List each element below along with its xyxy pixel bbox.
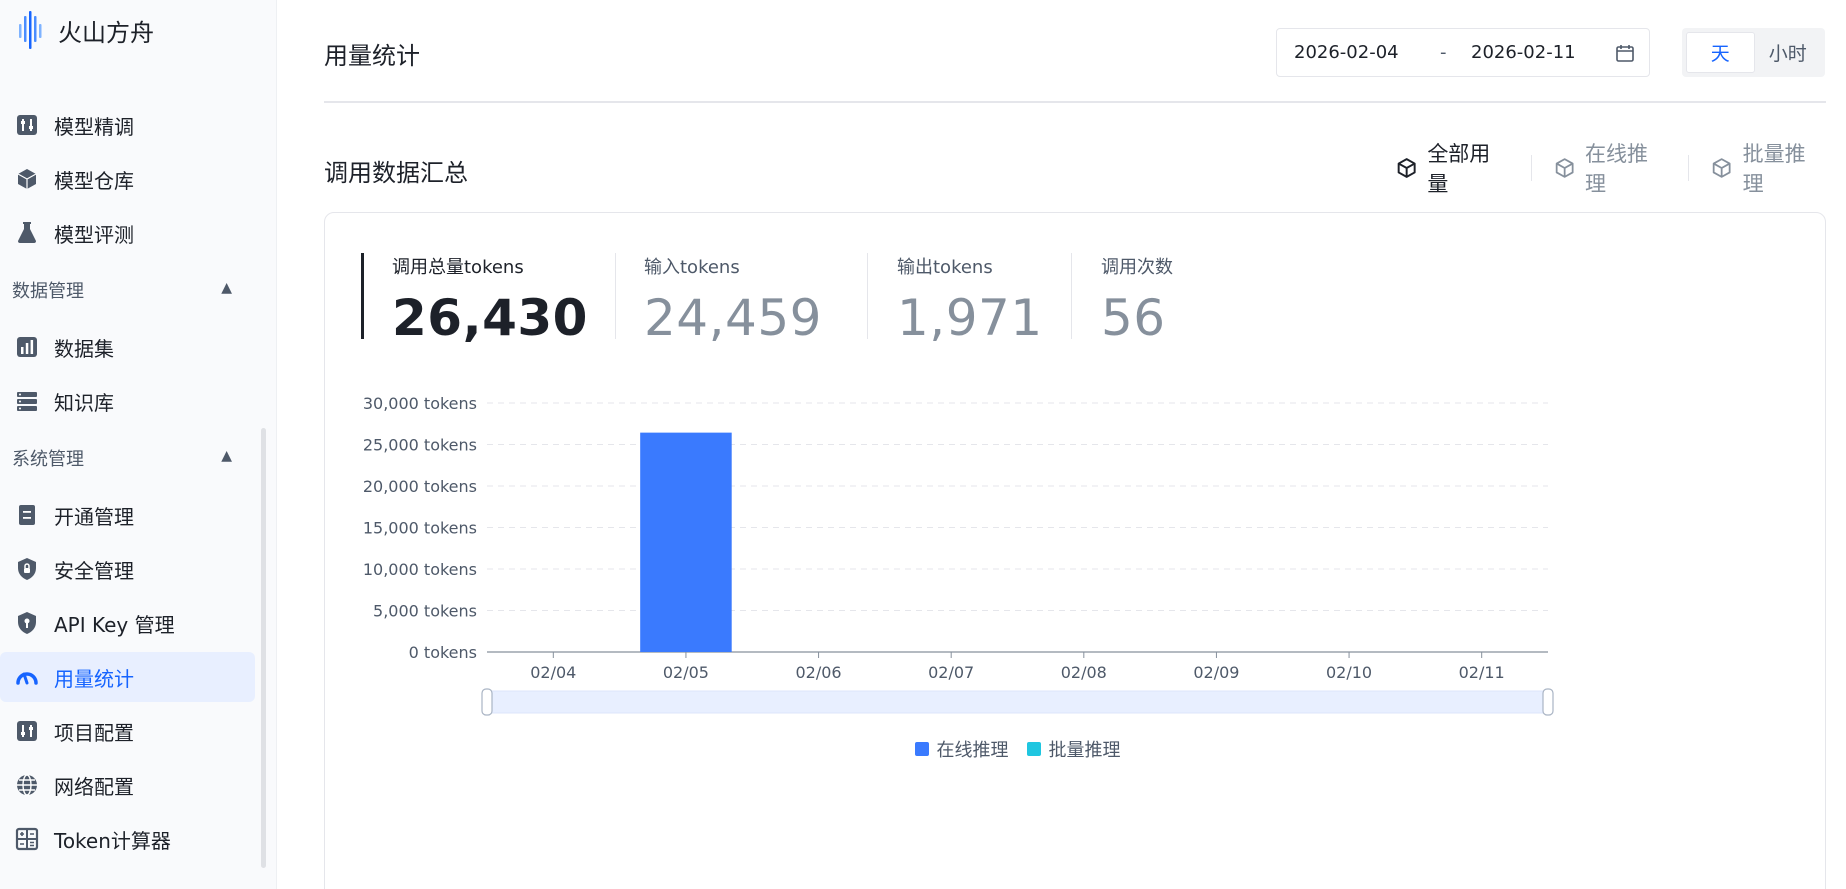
sidebar-item-label: 知识库 (54, 390, 114, 415)
sidebar-item-label: 网络配置 (54, 774, 134, 799)
cube-outline-icon (1555, 158, 1574, 178)
sidebar-item-label: 模型仓库 (54, 168, 134, 193)
sidebar-item-knowledge-base[interactable]: 知识库 (0, 376, 255, 426)
volcano-logo-icon (19, 11, 42, 49)
main-content: 用量统计 2026-02-04 - 2026-02-11 天 小时 调用数据汇总… (277, 0, 1846, 889)
app-name: 火山方舟 (58, 18, 154, 47)
cube-outline-icon (1713, 158, 1731, 178)
legend-swatch-online (914, 742, 929, 756)
legend-item-batch[interactable]: 批量推理 (1026, 736, 1121, 762)
x-tick-label: 02/11 (1459, 663, 1505, 682)
granularity-hour-option[interactable]: 小时 (1755, 32, 1822, 73)
sliders-icon (14, 112, 40, 138)
legend-swatch-batch (1026, 742, 1041, 756)
x-tick-label: 02/05 (663, 663, 709, 682)
filter-all-usage[interactable]: 全部用量 (1374, 138, 1531, 198)
shield-lock-icon (14, 556, 40, 582)
sidebar-item-label: 模型精调 (54, 114, 134, 139)
section-title: 调用数据汇总 (324, 159, 468, 187)
sidebar-item-label: API Key 管理 (54, 612, 175, 637)
filter-online-inference[interactable]: 在线推理 (1532, 138, 1689, 198)
sidebar-item-label: 数据集 (54, 336, 114, 361)
zoom-slider-handle-right[interactable] (1542, 688, 1554, 716)
sidebar-item-network-config[interactable]: 网络配置 (0, 760, 255, 810)
chevron-up-icon: ▲ (221, 280, 232, 296)
filter-label: 批量推理 (1742, 142, 1806, 196)
usage-bar-chart: 30,000 tokens 25,000 tokens 20,000 tokens 1… (363, 394, 1554, 716)
filter-label: 在线推理 (1584, 142, 1648, 196)
sidebar-item-finetune[interactable]: 模型精调 (0, 100, 255, 150)
usage-summary-card: 调用总量tokens 26,430 输入tokens 24,459 输出toke… (324, 212, 1826, 889)
start-date-input[interactable]: 2026-02-04 (1294, 42, 1399, 63)
x-tick-label: 02/08 (1061, 663, 1107, 682)
x-tick-label: 02/04 (530, 663, 576, 682)
sidebar: 火山方舟 模型精调 模型仓库 模型评测 数据管理 ▲ 数据集 知识库 系统管理 (0, 0, 277, 889)
sidebar-item-label: 用量统计 (54, 666, 134, 691)
x-tick-label: 02/06 (796, 663, 842, 682)
sidebar-item-api-key[interactable]: API Key 管理 (0, 598, 255, 648)
flask-icon (14, 220, 40, 246)
x-tick-label: 02/09 (1193, 663, 1239, 682)
cube-icon (14, 166, 40, 192)
cube-outline-icon (1397, 158, 1416, 178)
sidebar-group-system[interactable]: 系统管理 ▲ (0, 440, 250, 476)
app-logo[interactable]: 火山方舟 (18, 8, 154, 52)
usage-gauge-icon (14, 664, 40, 690)
legend-item-online[interactable]: 在线推理 (914, 736, 1009, 762)
globe-icon (14, 772, 40, 798)
sidebar-group-data[interactable]: 数据管理 ▲ (0, 272, 250, 308)
y-tick-label: 30,000 tokens (363, 394, 477, 413)
zoom-slider-handle-left[interactable] (481, 688, 493, 716)
bar-chart-icon (14, 334, 40, 360)
y-tick-label: 5,000 tokens (373, 602, 477, 621)
bar-在线推理 (640, 432, 732, 652)
server-icon (14, 388, 40, 414)
y-tick-label: 10,000 tokens (363, 560, 477, 579)
calendar-icon[interactable] (1615, 43, 1635, 67)
y-tick-label: 0 tokens (409, 643, 477, 662)
sidebar-item-token-calculator[interactable]: Token计算器 (0, 814, 255, 864)
usage-type-filters: 全部用量 在线推理 批量推理 (1374, 142, 1846, 196)
sidebar-group-label: 数据管理 (12, 281, 84, 302)
sidebar-item-model-repo[interactable]: 模型仓库 (0, 154, 255, 204)
sidebar-item-label: 模型评测 (54, 222, 134, 247)
x-tick-label: 02/07 (928, 663, 974, 682)
sidebar-item-security[interactable]: 安全管理 (0, 544, 255, 594)
granularity-switch: 天 小时 (1682, 28, 1825, 77)
sidebar-item-label: 项目配置 (54, 720, 134, 745)
sidebar-item-usage-stats[interactable]: 用量统计 (0, 652, 255, 702)
date-separator: - (1440, 42, 1447, 63)
sidebar-item-activation[interactable]: 开通管理 (0, 490, 255, 540)
sidebar-item-label: Token计算器 (54, 828, 171, 853)
shield-key-icon (14, 610, 40, 636)
granularity-day-option[interactable]: 天 (1686, 32, 1755, 73)
sidebar-group-label: 系统管理 (12, 449, 84, 470)
y-tick-label: 15,000 tokens (363, 519, 477, 538)
clipboard-icon (14, 502, 40, 528)
sidebar-item-label: 开通管理 (54, 504, 134, 529)
sidebar-item-project-config[interactable]: 项目配置 (0, 706, 255, 756)
filter-batch-inference[interactable]: 批量推理 (1689, 138, 1846, 198)
sidebar-scrollbar[interactable] (261, 428, 266, 868)
zoom-slider-track (486, 690, 1549, 714)
legend-label: 在线推理 (936, 740, 1009, 761)
sidebar-item-label: 安全管理 (54, 558, 134, 583)
chevron-up-icon: ▲ (221, 448, 232, 464)
legend-label: 批量推理 (1048, 740, 1121, 761)
calculator-icon (14, 826, 40, 852)
header-divider (324, 101, 1826, 103)
sidebar-item-evaluation[interactable]: 模型评测 (0, 208, 255, 258)
sliders-icon (14, 718, 40, 744)
x-tick-label: 02/10 (1326, 663, 1372, 682)
end-date-input[interactable]: 2026-02-11 (1471, 42, 1576, 63)
page-title: 用量统计 (324, 42, 420, 70)
filter-label: 全部用量 (1427, 142, 1491, 196)
y-tick-label: 20,000 tokens (363, 477, 477, 496)
y-tick-label: 25,000 tokens (363, 436, 477, 455)
date-range-picker[interactable]: 2026-02-04 - 2026-02-11 (1276, 28, 1650, 77)
chart-legend: 在线推理 批量推理 (914, 736, 1121, 762)
sidebar-item-datasets[interactable]: 数据集 (0, 322, 255, 372)
